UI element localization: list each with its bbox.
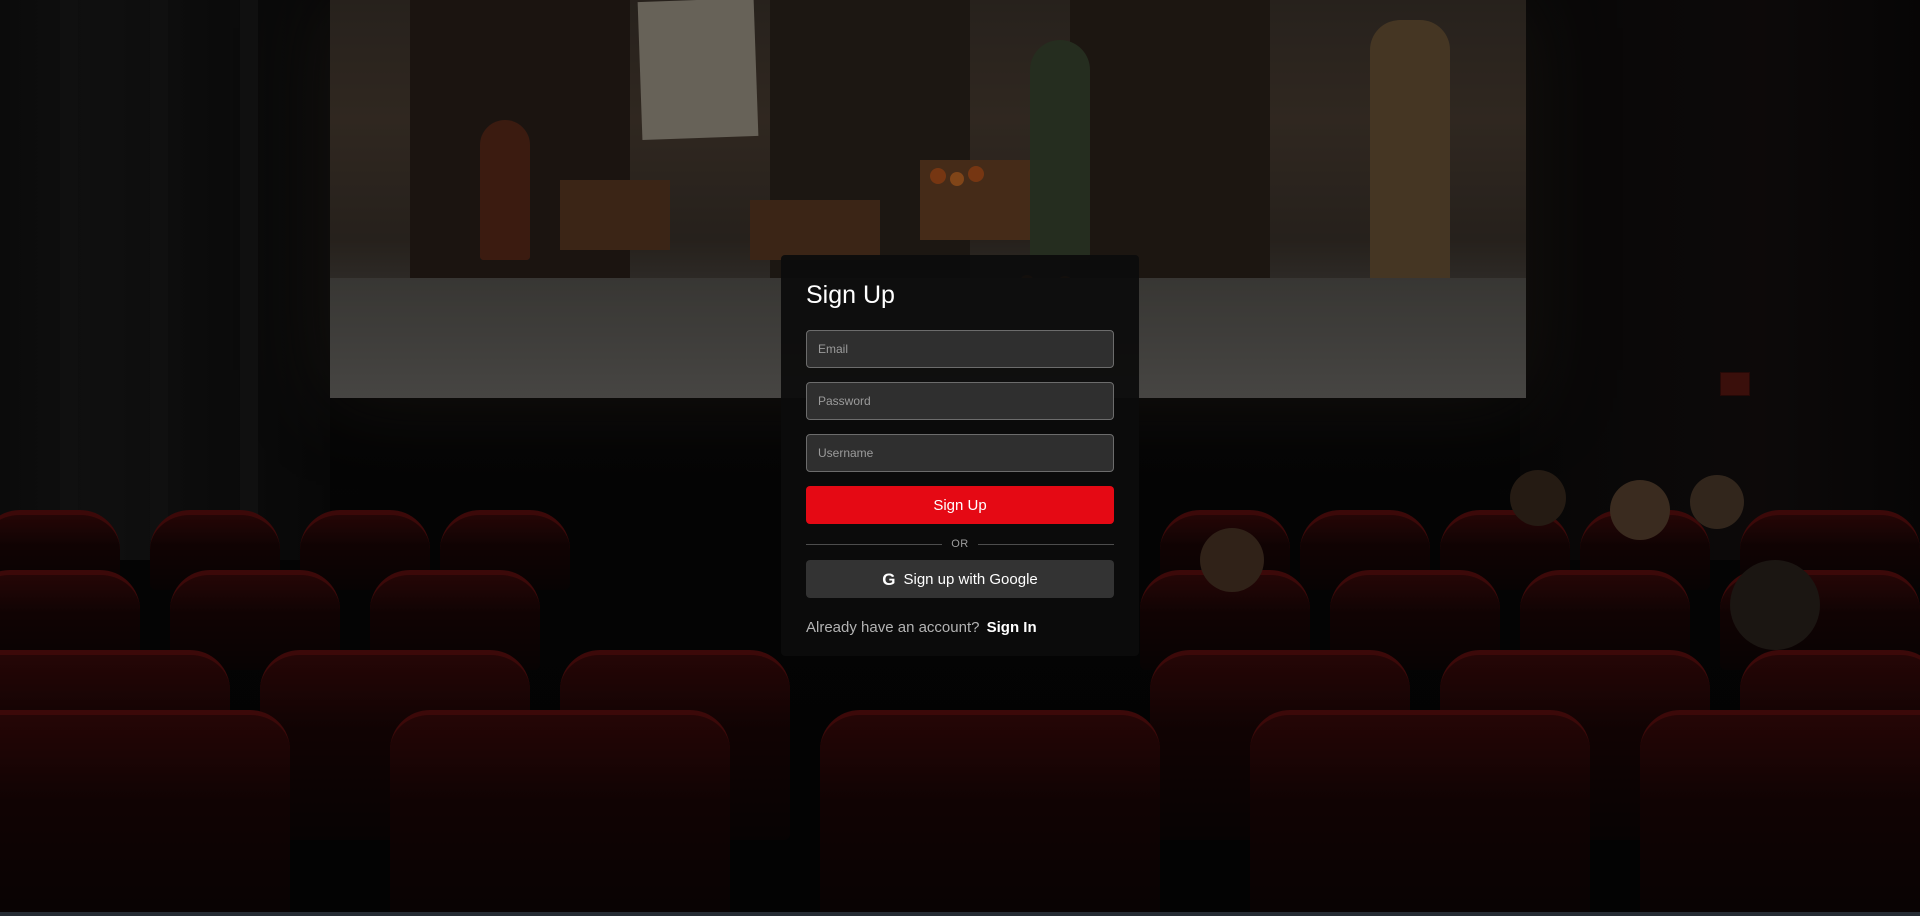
signin-prompt: Already have an account? bbox=[806, 619, 980, 636]
or-divider: OR bbox=[806, 536, 1114, 552]
email-input[interactable] bbox=[806, 330, 1114, 368]
divider-line-right bbox=[977, 543, 1114, 545]
google-icon: G bbox=[882, 569, 896, 589]
signin-link[interactable]: Sign In bbox=[987, 619, 1037, 636]
password-input[interactable] bbox=[806, 382, 1114, 420]
divider-line-left bbox=[806, 543, 943, 545]
username-input[interactable] bbox=[806, 434, 1114, 472]
signup-card: Sign Up Sign Up OR G Sign up with Google… bbox=[781, 255, 1139, 656]
google-signup-label: Sign up with Google bbox=[903, 570, 1038, 588]
signup-title: Sign Up bbox=[806, 281, 895, 309]
google-signup-button[interactable]: G Sign up with Google bbox=[806, 560, 1114, 598]
signin-prompt-row: Already have an account? Sign In bbox=[806, 619, 1114, 636]
signup-button[interactable]: Sign Up bbox=[806, 486, 1114, 524]
or-label: OR bbox=[951, 538, 969, 550]
